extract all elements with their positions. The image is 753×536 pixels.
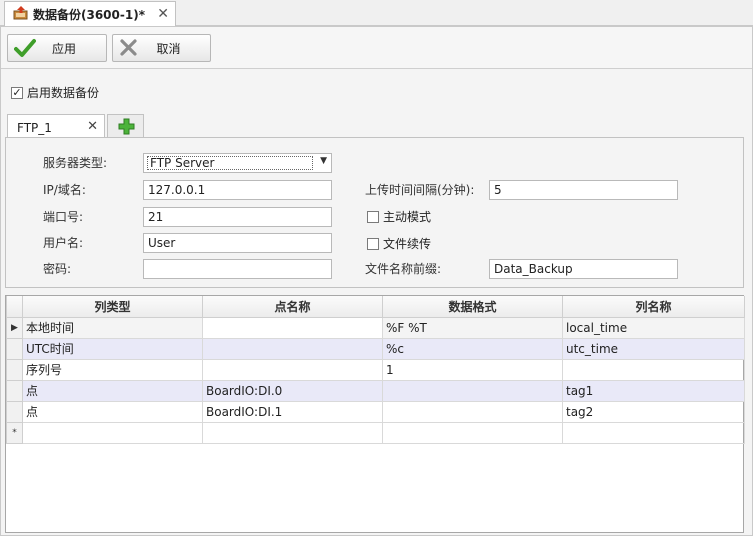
plus-icon: [118, 118, 135, 138]
server-settings-panel: 服务器类型: FTP Server ▼ IP/域名: 127.0.0.1 端口号…: [5, 137, 744, 288]
table-header-row: 列类型 点名称 数据格式 列名称: [6, 296, 745, 318]
current-row-indicator-icon: ▶: [6, 316, 23, 339]
table-cell[interactable]: %F %T: [382, 316, 563, 339]
file-prefix-input[interactable]: Data_Backup: [489, 259, 678, 279]
table-cell[interactable]: [562, 421, 745, 444]
column-grid: 列类型 点名称 数据格式 列名称 ▶ 本地时间 %F %T local_time…: [5, 295, 745, 533]
enable-backup-checkbox[interactable]: ✓: [11, 86, 23, 99]
table-row[interactable]: 序列号 1: [6, 358, 745, 381]
table-cell[interactable]: [382, 379, 563, 402]
file-prefix-label: 文件名称前缀:: [365, 262, 442, 276]
table-cell[interactable]: BoardIO:DI.0: [202, 379, 383, 402]
port-label: 端口号:: [43, 210, 84, 224]
row-indicator-header: [6, 296, 23, 318]
username-label: 用户名:: [43, 236, 84, 250]
document-tab[interactable]: 数据备份(3600-1)* ✕: [4, 1, 176, 27]
table-row[interactable]: ▶ 本地时间 %F %T local_time: [6, 316, 745, 339]
row-indicator: [6, 400, 23, 423]
table-cell[interactable]: [22, 421, 203, 444]
resume-transfer-checkbox[interactable]: [367, 237, 379, 250]
table-cell[interactable]: [202, 316, 383, 339]
cancel-button[interactable]: 取消: [112, 34, 211, 62]
ip-input[interactable]: 127.0.0.1: [143, 180, 332, 200]
table-row[interactable]: 点 BoardIO:DI.0 tag1: [6, 379, 745, 402]
server-type-value: FTP Server: [147, 156, 313, 170]
ip-label: IP/域名:: [43, 183, 86, 197]
table-cell[interactable]: local_time: [562, 316, 745, 339]
active-mode-row[interactable]: 主动模式: [367, 208, 431, 225]
table-cell[interactable]: 1: [382, 358, 563, 381]
table-cell[interactable]: [382, 421, 563, 444]
active-mode-checkbox[interactable]: [367, 210, 379, 223]
column-header[interactable]: 数据格式: [382, 296, 563, 318]
table-cell[interactable]: %c: [382, 337, 563, 360]
upload-interval-input[interactable]: 5: [489, 180, 678, 200]
active-mode-label: 主动模式: [383, 210, 432, 224]
column-header[interactable]: 列名称: [562, 296, 745, 318]
checkmark-icon: [14, 38, 36, 61]
table-cell[interactable]: 本地时间: [22, 316, 203, 339]
resume-transfer-row[interactable]: 文件续传: [367, 235, 431, 252]
row-indicator: [6, 358, 23, 381]
apply-button[interactable]: 应用: [7, 34, 107, 62]
resume-transfer-label: 文件续传: [383, 237, 432, 251]
table-cell[interactable]: tag2: [562, 400, 745, 423]
cancel-button-label: 取消: [156, 41, 181, 56]
close-icon[interactable]: ✕: [87, 119, 98, 134]
table-row[interactable]: UTC时间 %c utc_time: [6, 337, 745, 360]
document-tab-strip: 数据备份(3600-1)* ✕: [0, 0, 753, 27]
x-icon: [119, 38, 139, 61]
chevron-down-icon: ▼: [320, 156, 327, 166]
enable-backup-row[interactable]: ✓ 启用数据备份: [11, 84, 99, 101]
table-cell[interactable]: tag1: [562, 379, 745, 402]
username-input[interactable]: User: [143, 233, 332, 253]
column-header[interactable]: 点名称: [202, 296, 383, 318]
toolbar: 应用 取消: [1, 27, 752, 69]
document-tab-title: 数据备份(3600-1)*: [33, 8, 145, 22]
column-table: 列类型 点名称 数据格式 列名称 ▶ 本地时间 %F %T local_time…: [6, 296, 745, 444]
table-cell[interactable]: 序列号: [22, 358, 203, 381]
table-cell[interactable]: UTC时间: [22, 337, 203, 360]
password-label: 密码:: [43, 262, 72, 276]
enable-backup-label: 启用数据备份: [27, 86, 100, 100]
close-icon[interactable]: ✕: [157, 6, 169, 22]
column-header[interactable]: 列类型: [22, 296, 203, 318]
table-cell[interactable]: [562, 358, 745, 381]
table-cell[interactable]: [202, 421, 383, 444]
table-cell[interactable]: utc_time: [562, 337, 745, 360]
table-cell[interactable]: 点: [22, 400, 203, 423]
row-indicator: [6, 337, 23, 360]
table-cell[interactable]: [202, 358, 383, 381]
table-cell[interactable]: [202, 337, 383, 360]
backup-icon: [13, 6, 29, 23]
port-input[interactable]: 21: [143, 207, 332, 227]
content-frame: 应用 取消 ✓ 启用数据备份 FTP_1 ✕ 服务器类型: FTP Server…: [0, 26, 753, 536]
table-row[interactable]: 点 BoardIO:DI.1 tag2: [6, 400, 745, 423]
table-cell[interactable]: [382, 400, 563, 423]
table-cell[interactable]: BoardIO:DI.1: [202, 400, 383, 423]
upload-interval-label: 上传时间间隔(分钟):: [365, 183, 475, 197]
apply-button-label: 应用: [51, 41, 76, 56]
server-type-select[interactable]: FTP Server ▼: [143, 153, 332, 173]
tab-ftp-1[interactable]: FTP_1 ✕: [7, 114, 105, 139]
add-tab-button[interactable]: [107, 114, 144, 139]
new-row[interactable]: *: [6, 421, 745, 444]
table-cell[interactable]: 点: [22, 379, 203, 402]
new-row-indicator-icon: *: [6, 421, 23, 444]
password-input[interactable]: [143, 259, 332, 279]
tab-ftp-1-label: FTP_1: [17, 121, 52, 135]
server-type-label: 服务器类型:: [43, 156, 108, 170]
row-indicator: [6, 379, 23, 402]
